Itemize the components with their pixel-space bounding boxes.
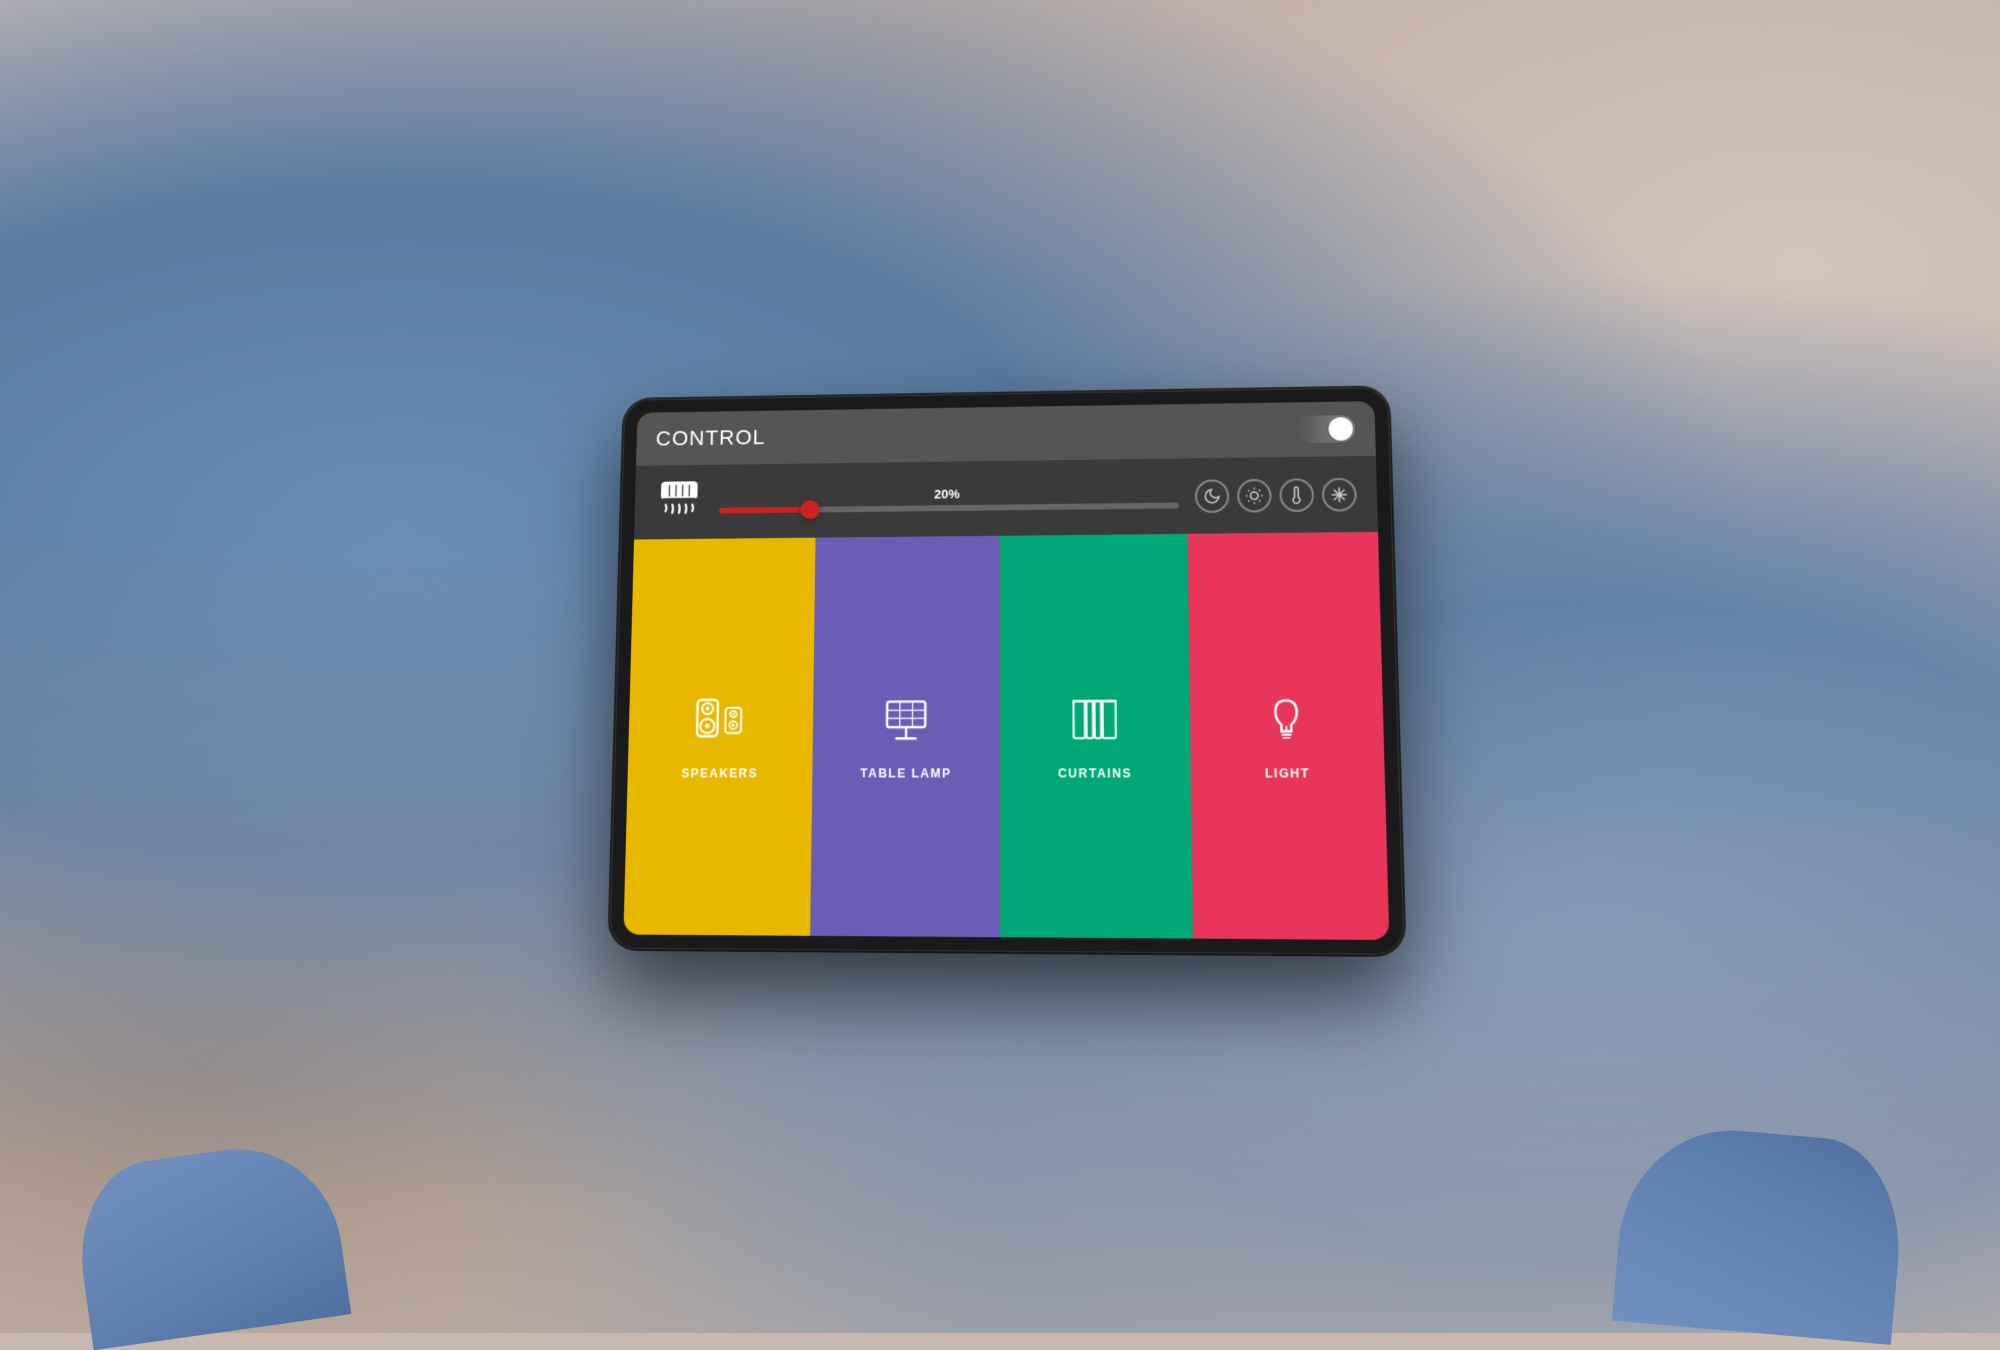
device-tiles-grid: SPEAKERS <box>623 531 1389 939</box>
fan-icon <box>653 474 704 529</box>
control-header: CONTROL <box>636 401 1376 466</box>
curtains-tile[interactable]: CURTAINS <box>1000 533 1193 938</box>
table-lamp-label: TABLE LAMP <box>860 766 951 780</box>
speakers-tile[interactable]: SPEAKERS <box>623 537 815 935</box>
ac-fan-bar: 20% <box>634 455 1378 539</box>
temperature-mode-button[interactable] <box>1279 477 1314 511</box>
curtains-icon <box>1062 686 1127 756</box>
brightness-slider-container: 20% <box>719 483 1179 513</box>
speakers-label: SPEAKERS <box>681 766 758 780</box>
tablet-wrapper: CONTROL <box>609 387 1404 955</box>
slider-fill <box>719 506 810 513</box>
slider-thumb[interactable] <box>800 499 820 519</box>
control-title: CONTROL <box>655 425 765 451</box>
tablet-device: CONTROL <box>609 387 1404 955</box>
power-toggle[interactable] <box>1298 415 1355 443</box>
light-label: LIGHT <box>1265 766 1310 780</box>
sun-mode-button[interactable] <box>1237 478 1272 512</box>
toggle-knob <box>1328 417 1353 441</box>
light-icon <box>1253 685 1320 755</box>
speakers-icon <box>689 687 753 756</box>
table-lamp-icon <box>874 687 938 756</box>
table-lamp-tile[interactable]: TABLE LAMP <box>810 535 1000 936</box>
mode-icons-group <box>1195 477 1357 512</box>
light-tile[interactable]: LIGHT <box>1187 531 1389 939</box>
slider-percent-label: 20% <box>934 486 960 501</box>
slider-track[interactable] <box>719 502 1179 513</box>
curtains-label: CURTAINS <box>1058 766 1132 780</box>
tablet-screen: CONTROL <box>623 401 1389 940</box>
snowflake-mode-button[interactable] <box>1322 477 1357 511</box>
night-mode-button[interactable] <box>1195 478 1230 512</box>
